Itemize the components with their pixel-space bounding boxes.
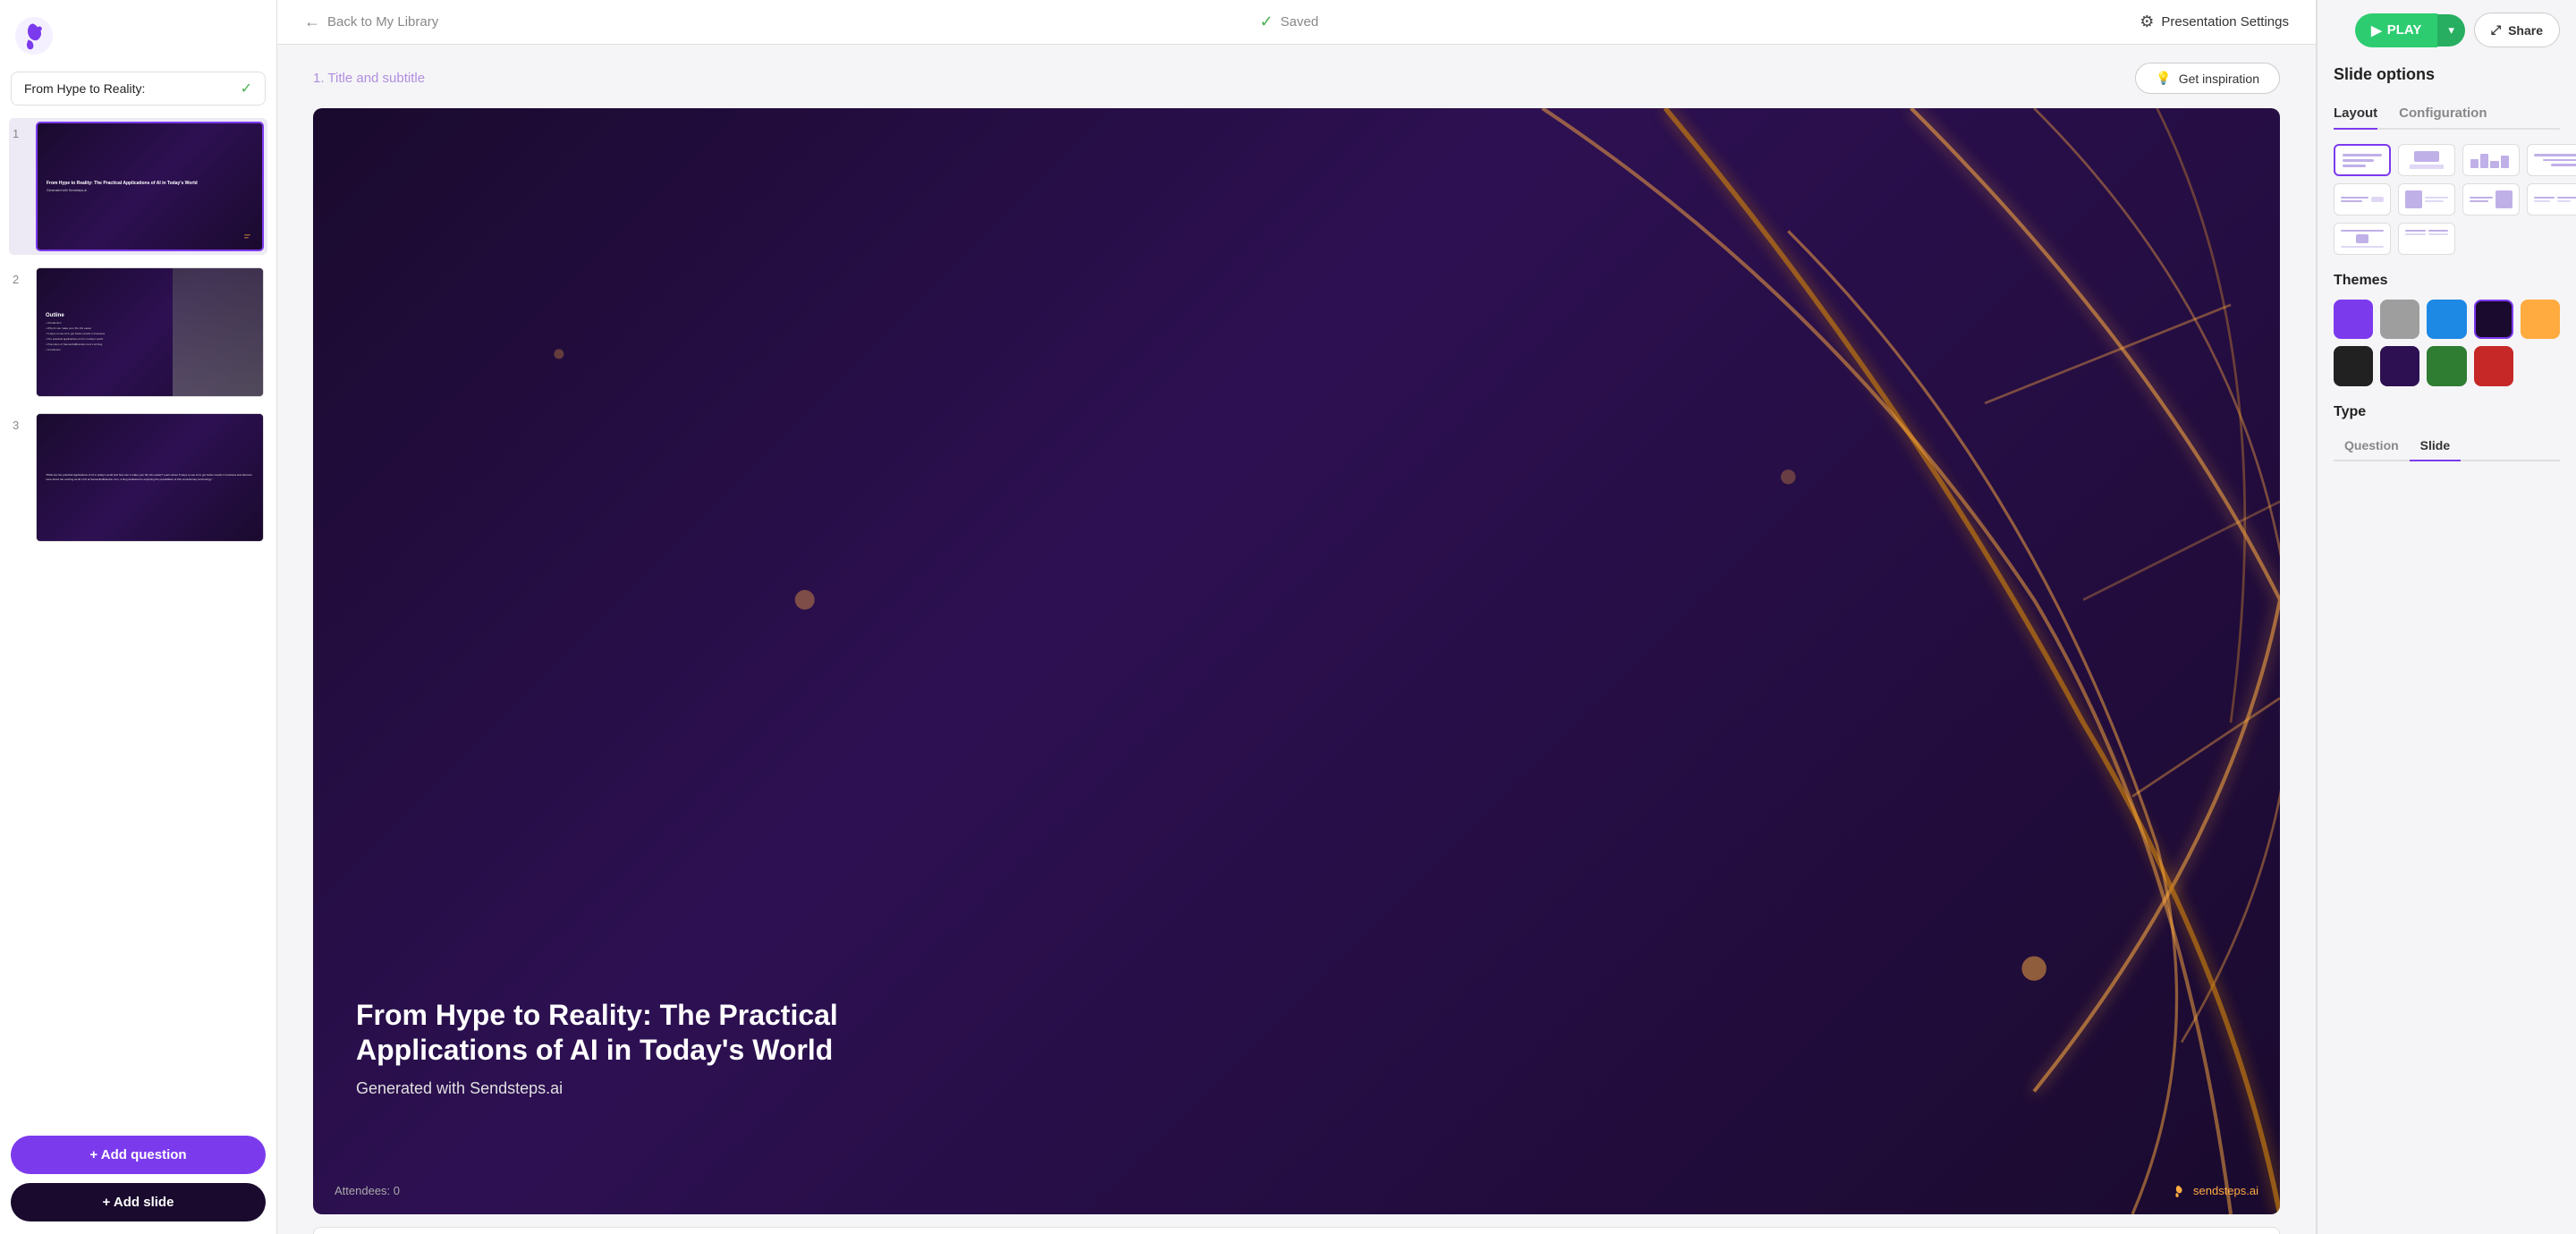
presentation-settings-button[interactable]: ⚙ Presentation Settings bbox=[2140, 13, 2289, 31]
slide-title: From Hype to Reality: The Practical Appl… bbox=[356, 998, 857, 1067]
sendsteps-brand: sendsteps.ai bbox=[2170, 1182, 2258, 1200]
type-tab-question[interactable]: Question bbox=[2334, 431, 2410, 461]
share-label: Share bbox=[2508, 23, 2543, 38]
play-button-group: ▶ PLAY ▾ bbox=[2355, 13, 2465, 47]
slide1-thumb-subtitle: Generated with Sendsteps.ai bbox=[47, 189, 253, 192]
sidebar-actions: + Add question + Add slide bbox=[0, 1123, 276, 1234]
share-icon: ⤢ bbox=[2491, 22, 2501, 38]
sendsteps-brand-text: sendsteps.ai bbox=[2193, 1184, 2258, 1197]
slide-editor-area: 1. Title and subtitle 💡 Get inspiration bbox=[277, 45, 2316, 1234]
slide-thumb-1[interactable]: From Hype to Reality: The Practical Appl… bbox=[36, 122, 264, 251]
type-section: Type Question Slide bbox=[2318, 404, 2576, 461]
slide3-thumb-text: "What are the practical applications of … bbox=[46, 473, 254, 481]
themes-section: Themes bbox=[2318, 273, 2576, 385]
slide-label-row: 1. Title and subtitle 💡 Get inspiration bbox=[313, 63, 2280, 94]
get-inspiration-button[interactable]: 💡 Get inspiration bbox=[2135, 63, 2280, 94]
play-label: PLAY bbox=[2387, 22, 2422, 38]
layout-image-center[interactable] bbox=[2398, 144, 2455, 176]
main-slide[interactable]: From Hype to Reality: The Practical Appl… bbox=[313, 108, 2280, 1214]
slide-item-3[interactable]: 3 "What are the practical applications o… bbox=[9, 410, 267, 545]
theme-blue[interactable] bbox=[2427, 300, 2466, 339]
presentation-title-bar[interactable]: From Hype to Reality: ✓ bbox=[11, 72, 266, 106]
theme-dark-purple[interactable] bbox=[2474, 300, 2513, 339]
layout-text-only[interactable] bbox=[2334, 144, 2391, 176]
add-question-button[interactable]: + Add question bbox=[11, 1136, 266, 1174]
slide-number-1: 1 bbox=[13, 127, 29, 140]
themes-title: Themes bbox=[2334, 273, 2560, 289]
bulb-icon: 💡 bbox=[2156, 71, 2171, 86]
layout-image-bottom[interactable] bbox=[2334, 223, 2391, 255]
slide-item-1[interactable]: 1 From Hype to Reality: The Practical Ap… bbox=[9, 118, 267, 255]
theme-deep-purple[interactable] bbox=[2380, 346, 2419, 385]
saved-label: Saved bbox=[1281, 14, 1319, 30]
type-tabs-row: Question Slide bbox=[2334, 431, 2560, 461]
sendsteps-footer-icon bbox=[2170, 1182, 2188, 1200]
play-icon: ▶ bbox=[2371, 22, 2382, 38]
layout-split[interactable] bbox=[2527, 183, 2576, 216]
theme-orange[interactable] bbox=[2521, 300, 2560, 339]
slides-list: 1 From Hype to Reality: The Practical Ap… bbox=[0, 118, 276, 1123]
presentation-title-text: From Hype to Reality: bbox=[24, 81, 233, 96]
layout-image-left[interactable] bbox=[2398, 183, 2455, 216]
slide-item-2[interactable]: 2 Outline • Introduction • Why AI can ma… bbox=[9, 264, 267, 400]
slide-attendees: Attendees: 0 bbox=[335, 1184, 400, 1197]
sendsteps-logo-icon bbox=[14, 16, 54, 55]
slide-type-label: 1. Title and subtitle bbox=[313, 71, 425, 86]
themes-grid bbox=[2334, 300, 2560, 385]
slide-number-3: 3 bbox=[13, 418, 29, 432]
play-button[interactable]: ▶ PLAY bbox=[2355, 13, 2437, 47]
layout-text-right[interactable] bbox=[2527, 144, 2576, 176]
slide-thumb-3[interactable]: "What are the practical applications of … bbox=[36, 413, 264, 542]
slide-options-section: Slide options Layout Configuration bbox=[2318, 47, 2576, 251]
theme-green[interactable] bbox=[2427, 346, 2466, 385]
tab-layout[interactable]: Layout bbox=[2334, 98, 2377, 130]
back-arrow-icon: ← bbox=[304, 13, 320, 31]
notes-placeholder: Click to add notes bbox=[314, 1228, 2279, 1234]
layout-text-image-left[interactable] bbox=[2334, 183, 2391, 216]
notes-area[interactable]: Click to add notes bbox=[313, 1227, 2280, 1234]
get-inspiration-label: Get inspiration bbox=[2179, 72, 2259, 86]
top-bar: ← Back to My Library ✓ Saved ⚙ Presentat… bbox=[277, 0, 2316, 45]
layout-config-tabs: Layout Configuration bbox=[2334, 98, 2560, 130]
share-button[interactable]: ⤢ Share bbox=[2474, 13, 2560, 47]
saved-check-icon: ✓ bbox=[241, 80, 252, 97]
slide-main-text: From Hype to Reality: The Practical Appl… bbox=[356, 998, 857, 1098]
slide-footer: Attendees: 0 sendsteps.ai bbox=[313, 1182, 2280, 1200]
settings-label: Presentation Settings bbox=[2161, 14, 2289, 30]
add-slide-button[interactable]: + Add slide bbox=[11, 1183, 266, 1221]
main-content: ← Back to My Library ✓ Saved ⚙ Presentat… bbox=[277, 0, 2316, 1234]
slide-number-2: 2 bbox=[13, 273, 29, 286]
back-to-library-link[interactable]: ← Back to My Library bbox=[304, 13, 438, 31]
tab-configuration[interactable]: Configuration bbox=[2399, 98, 2487, 130]
saved-checkmark-icon: ✓ bbox=[1259, 13, 1273, 31]
layout-chart[interactable] bbox=[2462, 144, 2520, 176]
play-chevron-button[interactable]: ▾ bbox=[2437, 14, 2465, 46]
saved-status: ✓ Saved bbox=[1259, 13, 1318, 31]
theme-black[interactable] bbox=[2334, 346, 2373, 385]
play-share-row: ▶ PLAY ▾ ⤢ Share bbox=[2318, 0, 2576, 47]
type-tab-slide[interactable]: Slide bbox=[2410, 431, 2461, 461]
gear-icon: ⚙ bbox=[2140, 13, 2154, 31]
slide-subtitle: Generated with Sendsteps.ai bbox=[356, 1079, 857, 1098]
back-label: Back to My Library bbox=[327, 14, 438, 30]
layout-image-right[interactable] bbox=[2462, 183, 2520, 216]
theme-red[interactable] bbox=[2474, 346, 2513, 385]
layouts-grid bbox=[2334, 144, 2560, 251]
slide1-thumb-title: From Hype to Reality: The Practical Appl… bbox=[47, 181, 253, 187]
chevron-down-icon: ▾ bbox=[2448, 23, 2454, 38]
slide-options-title: Slide options bbox=[2334, 65, 2560, 84]
theme-gray[interactable] bbox=[2380, 300, 2419, 339]
sidebar: From Hype to Reality: ✓ 1 From Hype to R… bbox=[0, 0, 277, 1234]
type-title: Type bbox=[2334, 404, 2560, 420]
slide-thumb-2[interactable]: Outline • Introduction • Why AI can make… bbox=[36, 267, 264, 396]
layout-two-col[interactable] bbox=[2398, 223, 2455, 255]
sidebar-header bbox=[0, 0, 276, 72]
right-panel: ▶ PLAY ▾ ⤢ Share Slide options Layout Co… bbox=[2317, 0, 2576, 1234]
theme-purple[interactable] bbox=[2334, 300, 2373, 339]
